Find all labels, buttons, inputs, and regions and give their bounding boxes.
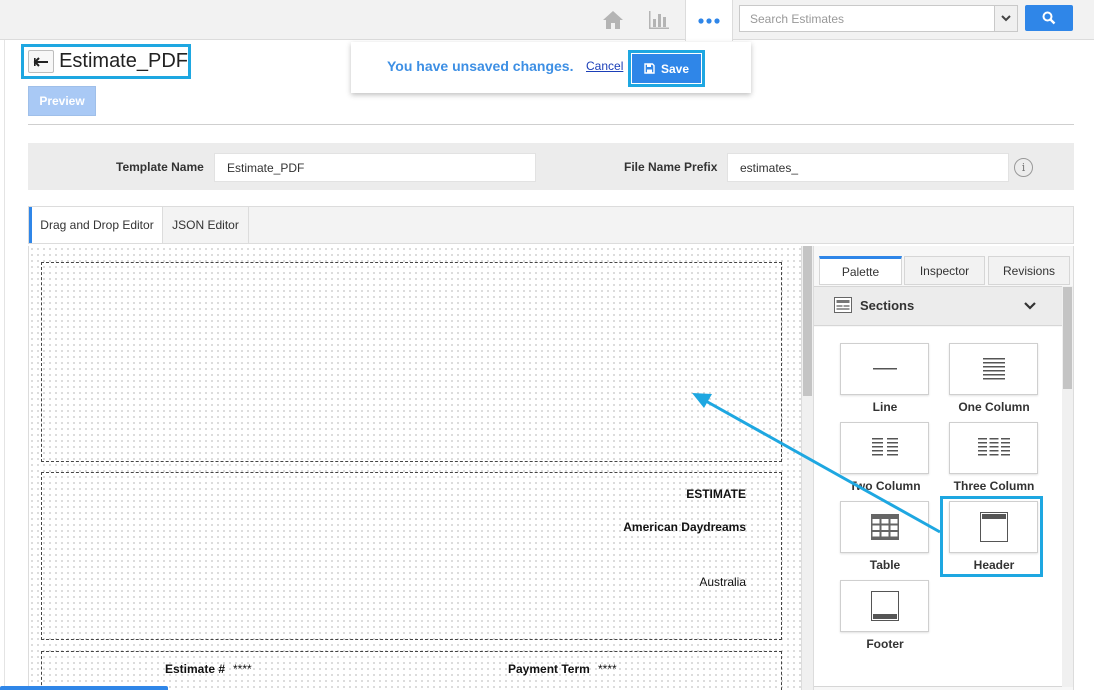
template-name-input[interactable] <box>214 153 536 182</box>
palette-label-line: Line <box>872 400 898 414</box>
template-fields-bar: Template Name File Name Prefix i <box>28 143 1074 190</box>
palette-label-two-column: Two Column <box>849 479 921 493</box>
palette-label-footer: Footer <box>866 637 904 651</box>
canvas-section-header[interactable]: ESTIMATE American Daydreams Australia <box>41 472 782 640</box>
estimate-number-label: Estimate # <box>165 662 226 676</box>
canvas-scroll-thumb[interactable] <box>803 246 812 396</box>
save-highlight: Save <box>628 50 705 87</box>
bar-chart-icon[interactable] <box>642 0 676 40</box>
palette-tile-three-column[interactable] <box>949 422 1038 474</box>
tab-palette[interactable]: Palette <box>819 256 902 285</box>
sections-group-header[interactable]: Sections <box>814 286 1062 326</box>
bottom-progress-bar <box>0 686 168 690</box>
company-country: Australia <box>699 575 746 589</box>
palette-tile-table[interactable] <box>840 501 929 553</box>
canvas-section-details[interactable]: Estimate # **** Payment Term **** <box>41 651 782 690</box>
palette-tile-one-column[interactable] <box>949 343 1038 395</box>
unsaved-message: You have unsaved changes. <box>387 58 574 74</box>
template-name-label: Template Name <box>116 160 204 174</box>
back-button[interactable] <box>28 50 55 73</box>
payment-term-label: Payment Term <box>508 662 590 676</box>
palette-scrollbar[interactable] <box>1062 286 1073 687</box>
payment-term-value: **** <box>598 662 617 676</box>
estimate-heading: ESTIMATE <box>686 487 746 501</box>
back-arrow-icon <box>33 56 49 67</box>
three-column-icon <box>977 438 1010 456</box>
divider <box>28 124 1074 125</box>
editor-tabs: Drag and Drop Editor JSON Editor <box>28 206 1074 244</box>
search-box <box>739 5 1018 32</box>
chevron-down-icon <box>1001 15 1011 22</box>
sections-icon <box>834 297 852 313</box>
one-column-icon <box>982 358 1005 380</box>
tab-drag-drop-editor[interactable]: Drag and Drop Editor <box>29 207 163 243</box>
palette-label-table: Table <box>869 558 901 572</box>
save-button[interactable]: Save <box>632 54 701 83</box>
tab-revisions[interactable]: Revisions <box>988 256 1070 285</box>
cancel-link[interactable]: Cancel <box>586 59 623 73</box>
file-prefix-input[interactable] <box>727 153 1009 182</box>
sections-label: Sections <box>860 298 915 313</box>
palette-tile-line[interactable] <box>840 343 929 395</box>
two-column-icon <box>871 438 898 456</box>
footer-icon <box>870 591 899 621</box>
company-name: American Daydreams <box>623 520 746 534</box>
estimate-number-value: **** <box>233 662 252 676</box>
palette-label-three-column: Three Column <box>953 479 1035 493</box>
search-input[interactable] <box>740 6 994 31</box>
canvas-scrollbar[interactable] <box>801 246 813 690</box>
search-icon <box>1042 11 1056 25</box>
file-prefix-label: File Name Prefix <box>624 160 718 174</box>
save-label: Save <box>660 61 690 76</box>
left-edge <box>0 40 5 690</box>
search-dropdown-toggle[interactable] <box>994 6 1017 31</box>
palette-scroll-thumb[interactable] <box>1063 287 1072 389</box>
page-title: Estimate_PDF <box>59 50 188 72</box>
top-bar <box>0 0 1094 41</box>
header-tile-highlight <box>940 496 1043 577</box>
palette-tile-two-column[interactable] <box>840 422 929 474</box>
tab-json-editor[interactable]: JSON Editor <box>163 207 249 243</box>
preview-button[interactable]: Preview <box>28 86 96 116</box>
canvas-section-empty[interactable] <box>41 262 782 462</box>
table-icon <box>870 514 899 540</box>
palette-label-one-column: One Column <box>958 400 1030 414</box>
palette-panel: Palette Inspector Revisions Sections Lin… <box>813 246 1074 690</box>
line-icon <box>872 368 897 370</box>
search-button[interactable] <box>1025 5 1073 31</box>
design-canvas[interactable]: ESTIMATE American Daydreams Australia Es… <box>28 246 801 690</box>
home-icon[interactable] <box>596 0 630 40</box>
chevron-down-icon <box>1024 302 1036 310</box>
tab-inspector[interactable]: Inspector <box>904 256 985 285</box>
more-dots-icon[interactable] <box>685 0 733 41</box>
palette-tile-footer[interactable] <box>840 580 929 632</box>
floppy-disk-icon <box>644 63 655 74</box>
info-icon[interactable]: i <box>1014 158 1033 177</box>
unsaved-changes-popup: You have unsaved changes. Cancel Save <box>351 42 751 93</box>
title-highlight: Estimate_PDF <box>21 44 191 79</box>
